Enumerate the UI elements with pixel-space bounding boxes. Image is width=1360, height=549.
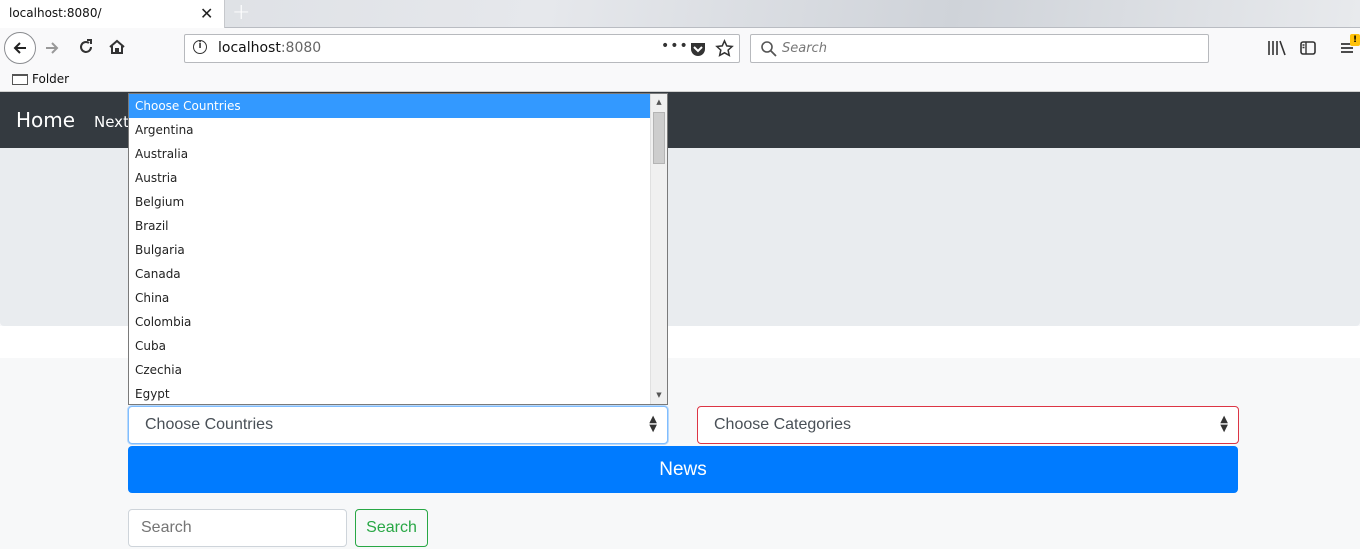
reload-icon[interactable] (77, 38, 95, 56)
library-icon[interactable] (1267, 39, 1287, 57)
browser-search-field[interactable]: Search (750, 34, 1209, 63)
country-select-value: Choose Countries (145, 416, 274, 433)
folder-icon (12, 74, 28, 85)
dropdown-option[interactable]: Cuba (129, 334, 651, 358)
navbar-brand-home[interactable]: Home (16, 108, 75, 132)
browser-tab[interactable]: localhost:8080/ ✕ (0, 0, 225, 28)
page-actions-icon[interactable]: ••• (661, 38, 689, 54)
tab-title: localhost:8080/ (9, 6, 102, 20)
bookmark-folder[interactable]: Folder (32, 72, 69, 86)
nav-link-next[interactable]: Next (94, 113, 129, 131)
dropdown-options: Choose Countries Argentina Australia Austri… (129, 94, 651, 404)
dropdown-scrollbar[interactable]: ▲ ▼ (650, 94, 667, 404)
dropdown-option[interactable]: Brazil (129, 214, 651, 238)
news-button[interactable]: News (128, 446, 1238, 493)
sidebar-icon[interactable] (1299, 39, 1317, 57)
search-input[interactable] (128, 509, 347, 547)
site-info-icon[interactable]: i (193, 40, 207, 54)
dropdown-option[interactable]: Egypt (129, 382, 651, 404)
back-button[interactable] (4, 32, 36, 64)
pocket-icon[interactable] (689, 40, 707, 58)
dropdown-option[interactable]: Argentina (129, 118, 651, 142)
back-arrow-icon (13, 42, 26, 54)
dropdown-option[interactable]: Austria (129, 166, 651, 190)
category-select-value: Choose Categories (714, 416, 851, 433)
dropdown-option[interactable]: Colombia (129, 310, 651, 334)
scroll-up-icon[interactable]: ▲ (651, 94, 667, 111)
forward-icon[interactable] (43, 39, 61, 57)
dropdown-option[interactable]: Canada (129, 262, 651, 286)
bookmark-star-icon[interactable] (715, 39, 734, 58)
scrollbar-thumb[interactable] (653, 112, 665, 164)
country-dropdown-list[interactable]: Choose Countries Argentina Australia Austri… (128, 93, 668, 405)
browser-search-placeholder: Search (782, 41, 827, 56)
update-badge: ! (1350, 34, 1360, 46)
dropdown-option[interactable]: Australia (129, 142, 651, 166)
dropdown-option[interactable]: Czechia (129, 358, 651, 382)
search-icon (761, 41, 777, 57)
url-text: localhost:8080 (218, 40, 322, 56)
close-tab-icon[interactable]: ✕ (200, 4, 213, 23)
category-select[interactable]: Choose Categories ▲ ▼ (697, 406, 1239, 444)
url-bar[interactable]: i localhost:8080 ••• (184, 34, 740, 63)
search-button[interactable]: Search (355, 509, 428, 547)
select-arrows-icon: ▲ ▼ (1220, 414, 1228, 434)
dropdown-option[interactable]: China (129, 286, 651, 310)
home-icon[interactable] (108, 38, 126, 56)
select-arrows-icon: ▲ ▼ (649, 414, 657, 434)
dropdown-option[interactable]: Bulgaria (129, 238, 651, 262)
bookmarks-bar: Folder (0, 68, 1360, 92)
scroll-down-icon[interactable]: ▼ (651, 387, 667, 404)
dropdown-option[interactable]: Choose Countries (129, 94, 651, 118)
new-tab-button[interactable]: + (232, 0, 250, 25)
dropdown-option[interactable]: Belgium (129, 190, 651, 214)
country-select[interactable]: Choose Countries ▲ ▼ (128, 406, 668, 444)
